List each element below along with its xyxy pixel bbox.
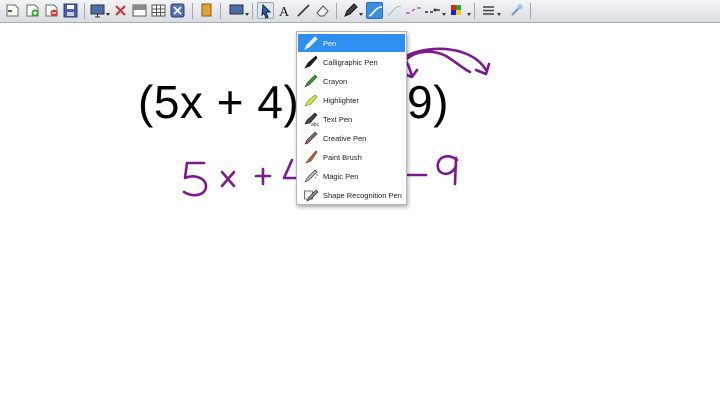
line-style-icon[interactable] bbox=[366, 2, 383, 19]
text-icon[interactable]: A bbox=[276, 2, 293, 19]
menu-item-shape-recognition-pen[interactable]: Shape Recognition Pen bbox=[298, 186, 405, 204]
svg-text:abc: abc bbox=[311, 122, 319, 127]
gallery-icon[interactable] bbox=[198, 2, 215, 19]
toolbar: A bbox=[0, 0, 720, 23]
eraser-icon[interactable] bbox=[314, 2, 331, 19]
crayon-icon bbox=[303, 73, 319, 89]
creative-pen-icon bbox=[303, 130, 319, 146]
menu-item-calligraphic-pen[interactable]: Calligraphic Pen bbox=[298, 53, 405, 71]
delete-page-icon[interactable] bbox=[43, 2, 60, 19]
menu-item-crayon[interactable]: Crayon bbox=[298, 72, 405, 90]
screen-shade-icon[interactable] bbox=[131, 2, 148, 19]
pen-tool-icon[interactable] bbox=[342, 2, 359, 19]
line-icon[interactable] bbox=[295, 2, 312, 19]
color-palette-icon[interactable] bbox=[449, 2, 466, 19]
magic-tool-icon[interactable] bbox=[508, 2, 525, 19]
line-dotted-icon[interactable] bbox=[424, 2, 441, 19]
menu-item-highlighter[interactable]: Highlighter bbox=[298, 91, 405, 109]
save-icon[interactable] bbox=[62, 2, 79, 19]
properties-icon[interactable] bbox=[480, 2, 497, 19]
pen-type-menu: Pen Calligraphic Pen Crayon Highlighter … bbox=[296, 31, 407, 205]
menu-item-pen[interactable]: Pen bbox=[298, 34, 405, 52]
menu-item-paint-brush[interactable]: Paint Brush bbox=[298, 148, 405, 166]
capture-icon[interactable] bbox=[228, 2, 245, 19]
menu-item-text-pen[interactable]: abc Text Pen bbox=[298, 110, 405, 128]
pen-icon bbox=[303, 35, 319, 51]
magic-pen-icon bbox=[303, 168, 319, 184]
menu-item-creative-pen[interactable]: Creative Pen bbox=[298, 129, 405, 147]
calligraphic-pen-icon bbox=[303, 54, 319, 70]
line-dashed-icon[interactable] bbox=[405, 2, 422, 19]
previous-page-icon[interactable] bbox=[4, 2, 21, 19]
svg-text:A: A bbox=[279, 5, 290, 19]
menu-item-magic-pen[interactable]: Magic Pen bbox=[298, 167, 405, 185]
close-icon[interactable] bbox=[169, 2, 186, 19]
display-icon[interactable] bbox=[89, 2, 106, 19]
table-icon[interactable] bbox=[150, 2, 167, 19]
paint-brush-icon bbox=[303, 149, 319, 165]
highlighter-icon bbox=[303, 92, 319, 108]
shape-recognition-pen-icon bbox=[303, 187, 319, 203]
line-thin-icon[interactable] bbox=[386, 2, 403, 19]
select-icon[interactable] bbox=[257, 2, 274, 19]
add-page-icon[interactable] bbox=[24, 2, 41, 19]
text-pen-icon: abc bbox=[303, 111, 319, 127]
delete-icon[interactable] bbox=[112, 2, 129, 19]
